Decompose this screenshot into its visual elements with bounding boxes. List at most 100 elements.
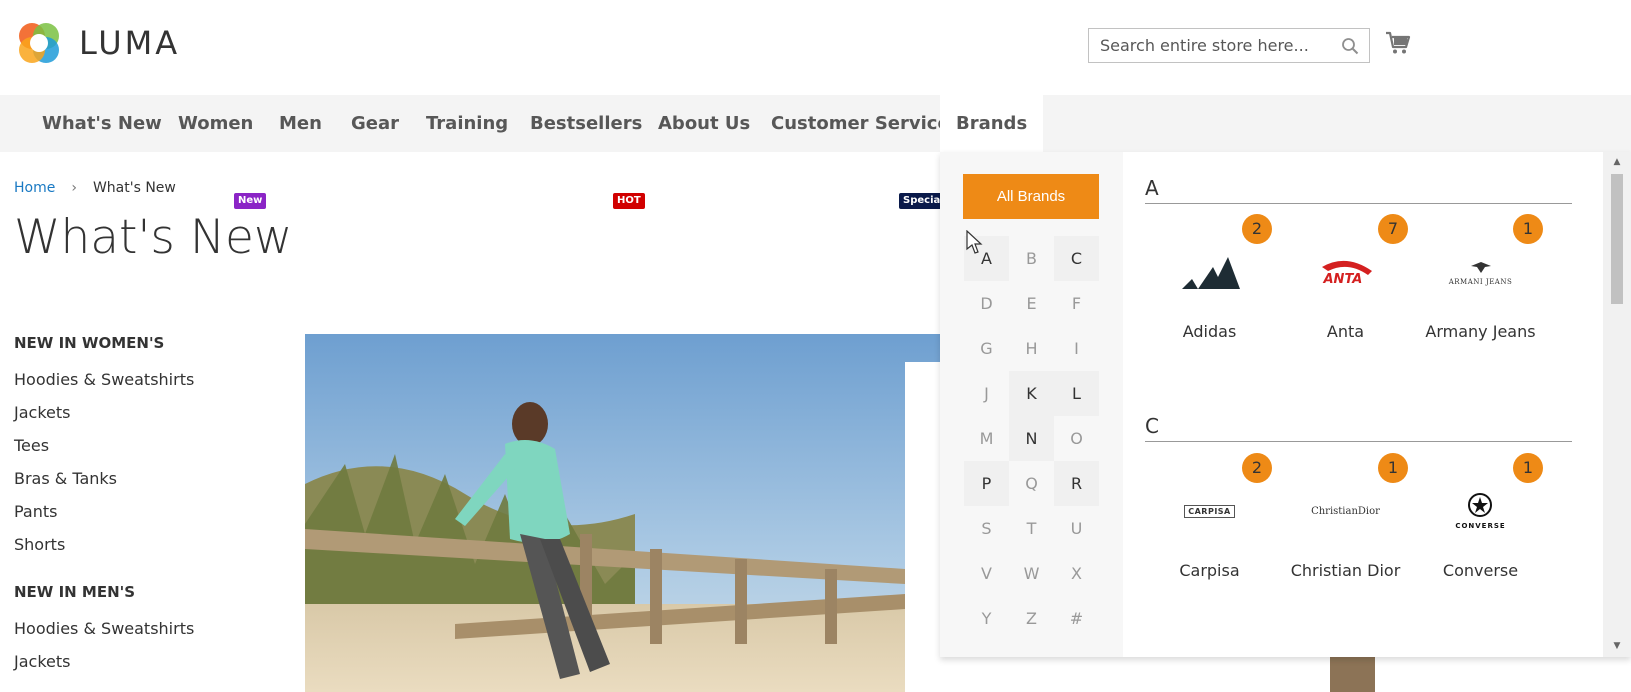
brand-logo: CONVERSE: [1413, 481, 1548, 541]
scroll-down-arrow-icon[interactable]: ▼: [1611, 640, 1623, 652]
dior-logo-icon: ChristianDior: [1311, 505, 1380, 517]
nav-item-men[interactable]: Men: [279, 95, 322, 152]
letter-filter-hash: #: [1069, 609, 1084, 628]
brand-name: Adidas: [1182, 322, 1237, 341]
converse-logo-icon: CONVERSE: [1455, 492, 1505, 530]
search-icon[interactable]: [1341, 37, 1359, 55]
nav-label: About Us: [658, 113, 751, 134]
letter-filter-m: M: [979, 429, 994, 448]
brand-product-count: 1: [1513, 214, 1543, 244]
luma-logo-icon: [19, 23, 59, 63]
letter-filter-e: E: [1026, 294, 1037, 313]
letter-filter-w: W: [1023, 564, 1040, 583]
letter-filter-p[interactable]: P: [964, 461, 1009, 506]
breadcrumb-separator: ›: [71, 180, 77, 196]
brand-list-scrollbar[interactable]: ▲ ▼: [1603, 152, 1631, 657]
nav-item-women[interactable]: Women: [178, 95, 253, 152]
brand-product-count: 1: [1513, 453, 1543, 483]
scroll-thumb[interactable]: [1611, 174, 1623, 304]
letter-grid: A B C D E F G H I J K L M N O P Q R S T …: [964, 236, 1099, 641]
nav-label: Women: [178, 113, 254, 134]
letter-filter-c[interactable]: C: [1054, 236, 1099, 281]
sidebar-link[interactable]: Shorts: [14, 528, 274, 561]
sidebar-link[interactable]: Hoodies & Sweatshirts: [14, 363, 274, 396]
all-brands-button[interactable]: All Brands: [963, 174, 1099, 219]
brand-card-converse[interactable]: 1 CONVERSE Converse: [1413, 453, 1548, 603]
brand-card-adidas[interactable]: 2 Adidas: [1142, 214, 1277, 364]
breadcrumb-current: What's New: [92, 180, 176, 196]
brand-name: Armany Jeans: [1425, 322, 1536, 341]
brand-card-armany-jeans[interactable]: 1 ARMANI JEANS Armany Jeans: [1413, 214, 1548, 364]
letter-filter-l[interactable]: L: [1054, 371, 1099, 416]
sidebar-link[interactable]: Bras & Tanks: [14, 462, 274, 495]
brand-product-count: 2: [1242, 453, 1272, 483]
logo-text: LUMA: [79, 24, 181, 62]
cart-icon[interactable]: [1385, 30, 1411, 56]
brand-logo: CARPISA: [1142, 481, 1277, 541]
sidebar-link[interactable]: Hoodies & Sweatshirts: [14, 612, 274, 645]
section-heading-a: A: [1145, 176, 1159, 200]
brand-name: Carpisa: [1179, 561, 1240, 580]
nav-item-training[interactable]: Training: [426, 95, 508, 152]
letter-filter-b: B: [1026, 249, 1037, 268]
nav-label: Customer Service: [771, 113, 950, 134]
brand-logo: ANTA: [1278, 242, 1413, 302]
breadcrumb-home-link[interactable]: Home: [14, 180, 55, 196]
section-heading-c: C: [1145, 414, 1159, 438]
nav-label: Bestsellers: [530, 113, 643, 134]
sidebar-group-womens: NEW IN WOMEN'S Hoodies & Sweatshirts Jac…: [14, 334, 274, 561]
letter-filter-g: G: [980, 339, 993, 358]
anta-logo-text: ANTA: [1323, 272, 1363, 287]
nav-item-brands[interactable]: Brands: [940, 95, 1044, 152]
letter-filter-j: J: [984, 384, 989, 403]
brand-product-count: 2: [1242, 214, 1272, 244]
brand-product-count: 1: [1378, 453, 1408, 483]
nav-item-whats-new[interactable]: What's New: [42, 95, 162, 152]
armani-logo-icon: ARMANI JEANS: [1449, 259, 1513, 286]
main-navigation: What's New Women New Men Gear Training B…: [0, 95, 1631, 209]
nav-badge-hot: HOT: [613, 193, 645, 209]
letter-filter-i: I: [1074, 339, 1079, 358]
converse-logo-text: CONVERSE: [1455, 522, 1506, 530]
breadcrumb: Home › What's New: [14, 180, 176, 196]
letter-filter-r[interactable]: R: [1054, 461, 1099, 506]
brand-product-count: 7: [1378, 214, 1408, 244]
nav-label: Training: [426, 113, 509, 134]
letter-filter-k[interactable]: K: [1009, 371, 1054, 416]
nav-badge-new: New: [234, 193, 267, 209]
search-box: [1088, 28, 1370, 63]
letter-filter-v: V: [981, 564, 992, 583]
letter-filter-n[interactable]: N: [1009, 416, 1054, 461]
brand-card-christian-dior[interactable]: 1 ChristianDior Christian Dior: [1278, 453, 1413, 603]
sidebar-link[interactable]: Jackets: [14, 645, 274, 678]
store-logo[interactable]: LUMA: [14, 18, 180, 68]
sidebar-group-title: NEW IN MEN'S: [14, 583, 136, 601]
page-title: What's New: [14, 210, 293, 265]
armani-logo-text: ARMANI JEANS: [1448, 277, 1513, 286]
alphabet-filter-panel: All Brands A B C D E F G H I J K L M N O…: [940, 152, 1123, 657]
sidebar-group-mens: NEW IN MEN'S Hoodies & Sweatshirts Jacke…: [14, 583, 274, 678]
sidebar-link[interactable]: Tees: [14, 429, 274, 462]
sidebar-link[interactable]: Jackets: [14, 396, 274, 429]
nav-item-bestsellers[interactable]: Bestsellers: [530, 95, 642, 152]
nav-item-customer-service[interactable]: Customer Service: [771, 95, 950, 152]
brand-card-anta[interactable]: 7 ANTA Anta: [1278, 214, 1413, 364]
letter-filter-x: X: [1071, 564, 1082, 583]
nav-label: Gear: [351, 113, 400, 134]
category-sidebar: NEW IN WOMEN'S Hoodies & Sweatshirts Jac…: [14, 334, 274, 678]
sidebar-link[interactable]: Pants: [14, 495, 274, 528]
nav-item-gear[interactable]: Gear: [351, 95, 399, 152]
brand-card-carpisa[interactable]: 2 CARPISA Carpisa: [1142, 453, 1277, 603]
armani-eagle: [1470, 261, 1491, 273]
letter-filter-u: U: [1070, 519, 1083, 538]
section-divider: [1145, 441, 1572, 442]
scroll-up-arrow-icon[interactable]: ▲: [1611, 156, 1623, 168]
brand-logo: ChristianDior: [1278, 481, 1413, 541]
nav-label: What's New: [42, 113, 162, 134]
brands-mega-menu: All Brands A B C D E F G H I J K L M N O…: [940, 152, 1631, 657]
search-input[interactable]: [1089, 29, 1329, 62]
brand-name: Christian Dior: [1290, 561, 1401, 580]
brand-name: Anta: [1326, 322, 1365, 341]
adidas-logo-icon: [1181, 257, 1240, 289]
nav-item-about-us[interactable]: About Us: [658, 95, 750, 152]
